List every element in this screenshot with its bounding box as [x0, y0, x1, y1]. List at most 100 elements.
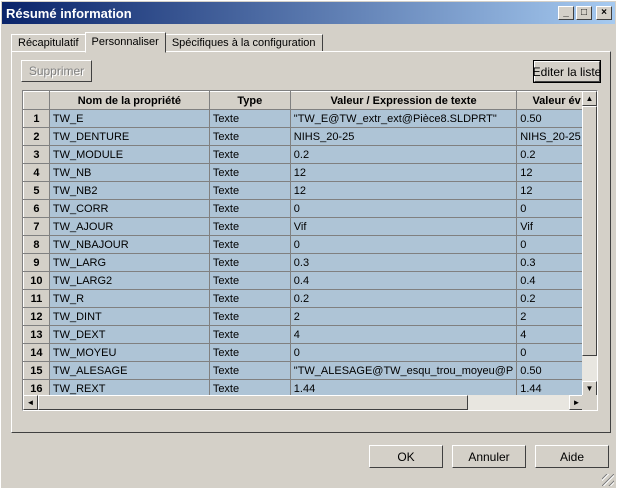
scroll-down-button[interactable]: ▼: [582, 381, 597, 396]
row-number[interactable]: 9: [23, 253, 50, 272]
property-type-cell[interactable]: Texte: [208, 307, 291, 326]
table-row[interactable]: 15 TW_ALESAGE Texte "TW_ALESAGE@TW_esqu_tro…: [23, 361, 597, 380]
vertical-scroll-thumb[interactable]: [582, 106, 597, 356]
corner-header-cell[interactable]: [23, 91, 50, 110]
property-type-cell[interactable]: Texte: [208, 271, 291, 290]
horizontal-scroll-thumb[interactable]: [38, 395, 468, 410]
column-header-type[interactable]: Type: [208, 91, 291, 110]
property-type-cell[interactable]: Texte: [208, 199, 291, 218]
table-row[interactable]: 10 TW_LARG2 Texte 0.4 0.4: [23, 271, 597, 290]
row-number[interactable]: 14: [23, 343, 50, 362]
property-name-cell[interactable]: TW_R: [48, 289, 210, 308]
property-type-cell[interactable]: Texte: [208, 343, 291, 362]
property-name-cell[interactable]: TW_LARG: [48, 253, 210, 272]
property-name-cell[interactable]: TW_LARG2: [48, 271, 210, 290]
table-row[interactable]: 5 TW_NB2 Texte 12 12: [23, 181, 597, 200]
title-bar[interactable]: Résumé information _ □ ×: [2, 2, 615, 24]
table-row[interactable]: 12 TW_DINT Texte 2 2: [23, 307, 597, 326]
property-name-cell[interactable]: TW_AJOUR: [48, 217, 210, 236]
table-row[interactable]: 8 TW_NBAJOUR Texte 0 0: [23, 235, 597, 254]
table-row[interactable]: 6 TW_CORR Texte 0 0: [23, 199, 597, 218]
header-row: Nom de la propriété Type Valeur / Expres…: [23, 91, 597, 110]
property-expression-cell[interactable]: 0.2: [289, 145, 518, 164]
property-expression-cell[interactable]: 4: [289, 325, 518, 344]
resize-grip[interactable]: [602, 474, 614, 486]
table-row[interactable]: 3 TW_MODULE Texte 0.2 0.2: [23, 145, 597, 164]
table-row[interactable]: 7 TW_AJOUR Texte Vif Vif: [23, 217, 597, 236]
property-expression-cell[interactable]: 0: [289, 199, 518, 218]
row-number[interactable]: 4: [23, 163, 50, 182]
property-type-cell[interactable]: Texte: [208, 145, 291, 164]
row-number[interactable]: 8: [23, 235, 50, 254]
delete-button[interactable]: Supprimer: [21, 60, 92, 82]
column-header-name[interactable]: Nom de la propriété: [48, 91, 210, 110]
property-name-cell[interactable]: TW_NBAJOUR: [48, 235, 210, 254]
property-expression-cell[interactable]: 0: [289, 343, 518, 362]
row-number[interactable]: 2: [23, 127, 50, 146]
property-expression-cell[interactable]: 2: [289, 307, 518, 326]
property-type-cell[interactable]: Texte: [208, 217, 291, 236]
column-header-expression[interactable]: Valeur / Expression de texte: [289, 91, 518, 110]
property-expression-cell[interactable]: 0: [289, 235, 518, 254]
row-number[interactable]: 3: [23, 145, 50, 164]
scroll-left-button[interactable]: ◄: [23, 395, 38, 410]
property-expression-cell[interactable]: 12: [289, 181, 518, 200]
tab-summary[interactable]: Récapitulatif: [11, 34, 86, 52]
property-type-cell[interactable]: Texte: [208, 181, 291, 200]
property-name-cell[interactable]: TW_E: [48, 109, 210, 128]
property-type-cell[interactable]: Texte: [208, 289, 291, 308]
table-row[interactable]: 11 TW_R Texte 0.2 0.2: [23, 289, 597, 308]
table-row[interactable]: 13 TW_DEXT Texte 4 4: [23, 325, 597, 344]
cancel-button[interactable]: Annuler: [452, 445, 526, 468]
property-name-cell[interactable]: TW_DINT: [48, 307, 210, 326]
property-type-cell[interactable]: Texte: [208, 253, 291, 272]
property-expression-cell[interactable]: "TW_E@TW_extr_ext@Pièce8.SLDPRT": [289, 109, 518, 128]
scroll-up-button[interactable]: ▲: [582, 91, 597, 106]
property-expression-cell[interactable]: 0.4: [289, 271, 518, 290]
close-button[interactable]: ×: [596, 6, 612, 20]
row-number[interactable]: 13: [23, 325, 50, 344]
horizontal-scrollbar[interactable]: ◄ ►: [23, 395, 584, 410]
row-number[interactable]: 15: [23, 361, 50, 380]
property-expression-cell[interactable]: "TW_ALESAGE@TW_esqu_trou_moyeu@P: [289, 361, 518, 380]
edit-list-button[interactable]: Editer la liste: [533, 60, 601, 83]
property-name-cell[interactable]: TW_MOYEU: [48, 343, 210, 362]
property-type-cell[interactable]: Texte: [208, 127, 291, 146]
row-number[interactable]: 6: [23, 199, 50, 218]
property-expression-cell[interactable]: 0.3: [289, 253, 518, 272]
property-name-cell[interactable]: TW_DENTURE: [48, 127, 210, 146]
ok-button[interactable]: OK: [369, 445, 443, 468]
table-row[interactable]: 2 TW_DENTURE Texte NIHS_20-25 NIHS_20-25: [23, 127, 597, 146]
table-row[interactable]: 14 TW_MOYEU Texte 0 0: [23, 343, 597, 362]
vertical-scrollbar[interactable]: ▲ ▼: [582, 91, 597, 396]
help-button[interactable]: Aide: [535, 445, 609, 468]
property-name-cell[interactable]: TW_NB: [48, 163, 210, 182]
row-number[interactable]: 10: [23, 271, 50, 290]
tab-custom[interactable]: Personnaliser: [84, 32, 166, 53]
table-row[interactable]: 9 TW_LARG Texte 0.3 0.3: [23, 253, 597, 272]
property-expression-cell[interactable]: NIHS_20-25: [289, 127, 518, 146]
maximize-button[interactable]: □: [576, 6, 592, 20]
property-expression-cell[interactable]: Vif: [289, 217, 518, 236]
minimize-button[interactable]: _: [558, 6, 574, 20]
property-type-cell[interactable]: Texte: [208, 361, 291, 380]
property-name-cell[interactable]: TW_ALESAGE: [48, 361, 210, 380]
property-expression-cell[interactable]: 0.2: [289, 289, 518, 308]
property-name-cell[interactable]: TW_CORR: [48, 199, 210, 218]
table-row[interactable]: 4 TW_NB Texte 12 12: [23, 163, 597, 182]
property-expression-cell[interactable]: 12: [289, 163, 518, 182]
property-name-cell[interactable]: TW_MODULE: [48, 145, 210, 164]
row-number[interactable]: 11: [23, 289, 50, 308]
row-number[interactable]: 1: [23, 109, 50, 128]
tab-configuration-specific[interactable]: Spécifiques à la configuration: [164, 34, 323, 52]
row-number[interactable]: 12: [23, 307, 50, 326]
property-type-cell[interactable]: Texte: [208, 235, 291, 254]
property-name-cell[interactable]: TW_DEXT: [48, 325, 210, 344]
row-number[interactable]: 7: [23, 217, 50, 236]
property-type-cell[interactable]: Texte: [208, 163, 291, 182]
table-row[interactable]: 1 TW_E Texte "TW_E@TW_extr_ext@Pièce8.SLDPR…: [23, 109, 597, 128]
property-type-cell[interactable]: Texte: [208, 325, 291, 344]
row-number[interactable]: 5: [23, 181, 50, 200]
property-name-cell[interactable]: TW_NB2: [48, 181, 210, 200]
property-type-cell[interactable]: Texte: [208, 109, 291, 128]
